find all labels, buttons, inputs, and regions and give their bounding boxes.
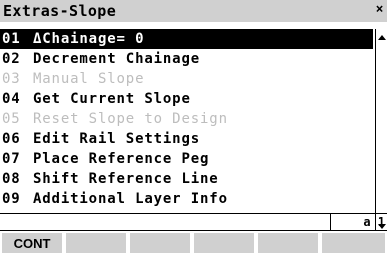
menu-item-number: 02 xyxy=(2,51,21,67)
f2-button[interactable] xyxy=(66,233,126,253)
menu-item-number: 07 xyxy=(2,151,21,167)
f1-cont-button[interactable]: CONT xyxy=(2,233,62,253)
menu-item-reset-slope-to-design: 05 Reset Slope to Design xyxy=(0,109,373,129)
menu-item-label: Get Current Slope xyxy=(33,91,191,107)
menu-list: 01 ΔChainage= 0 02 Decrement Chainage 03… xyxy=(0,29,373,236)
menu-item-label: Place Reference Peg xyxy=(33,151,210,167)
menu-item-number: 09 xyxy=(2,191,21,207)
menu-item-label: Shift Reference Line xyxy=(33,171,219,187)
input-mode-indicator: a 1 xyxy=(330,214,387,230)
title-bar: Extras-Slope × xyxy=(0,0,387,22)
menu-item-label: Manual Slope xyxy=(33,71,145,87)
menu-item-label: Edit Rail Settings xyxy=(33,131,201,147)
menu-item-decrement-chainage[interactable]: 02 Decrement Chainage xyxy=(0,49,373,69)
arrow-up-icon[interactable] xyxy=(378,35,386,40)
menu-item-delta-chainage[interactable]: 01 ΔChainage= 0 xyxy=(0,29,373,49)
menu-item-number: 03 xyxy=(2,71,21,87)
menu-item-edit-rail-settings[interactable]: 06 Edit Rail Settings xyxy=(0,129,373,149)
close-icon[interactable]: × xyxy=(374,2,385,18)
menu-item-additional-layer-info[interactable]: 09 Additional Layer Info xyxy=(0,189,373,209)
f6-button[interactable] xyxy=(322,233,385,253)
menu-item-label: Decrement Chainage xyxy=(33,51,201,67)
menu-scrollbar[interactable] xyxy=(375,29,387,235)
menu-item-label: Additional Layer Info xyxy=(33,191,228,207)
extras-slope-window: Extras-Slope × 01 ΔChainage= 0 02 Decrem… xyxy=(0,0,387,253)
menu-item-number: 05 xyxy=(2,111,21,127)
f3-button[interactable] xyxy=(130,233,190,253)
f5-button[interactable] xyxy=(258,233,318,253)
menu-item-label: Reset Slope to Design xyxy=(33,111,228,127)
input-mode-text: a 1 xyxy=(363,215,385,229)
menu-item-shift-reference-line[interactable]: 08 Shift Reference Line xyxy=(0,169,373,189)
status-divider xyxy=(0,213,387,214)
menu-item-number: 06 xyxy=(2,131,21,147)
window-title: Extras-Slope xyxy=(3,2,117,20)
menu-item-place-reference-peg[interactable]: 07 Place Reference Peg xyxy=(0,149,373,169)
function-key-bar: CONT xyxy=(0,230,387,253)
menu-item-label: ΔChainage= 0 xyxy=(33,31,145,47)
menu-item-get-current-slope[interactable]: 04 Get Current Slope xyxy=(0,89,373,109)
menu-item-number: 08 xyxy=(2,171,21,187)
menu-item-manual-slope: 03 Manual Slope xyxy=(0,69,373,89)
scrollbar-thumb[interactable] xyxy=(376,43,386,221)
menu-item-number: 01 xyxy=(2,31,21,47)
menu-item-number: 04 xyxy=(2,91,21,107)
f4-button[interactable] xyxy=(194,233,254,253)
